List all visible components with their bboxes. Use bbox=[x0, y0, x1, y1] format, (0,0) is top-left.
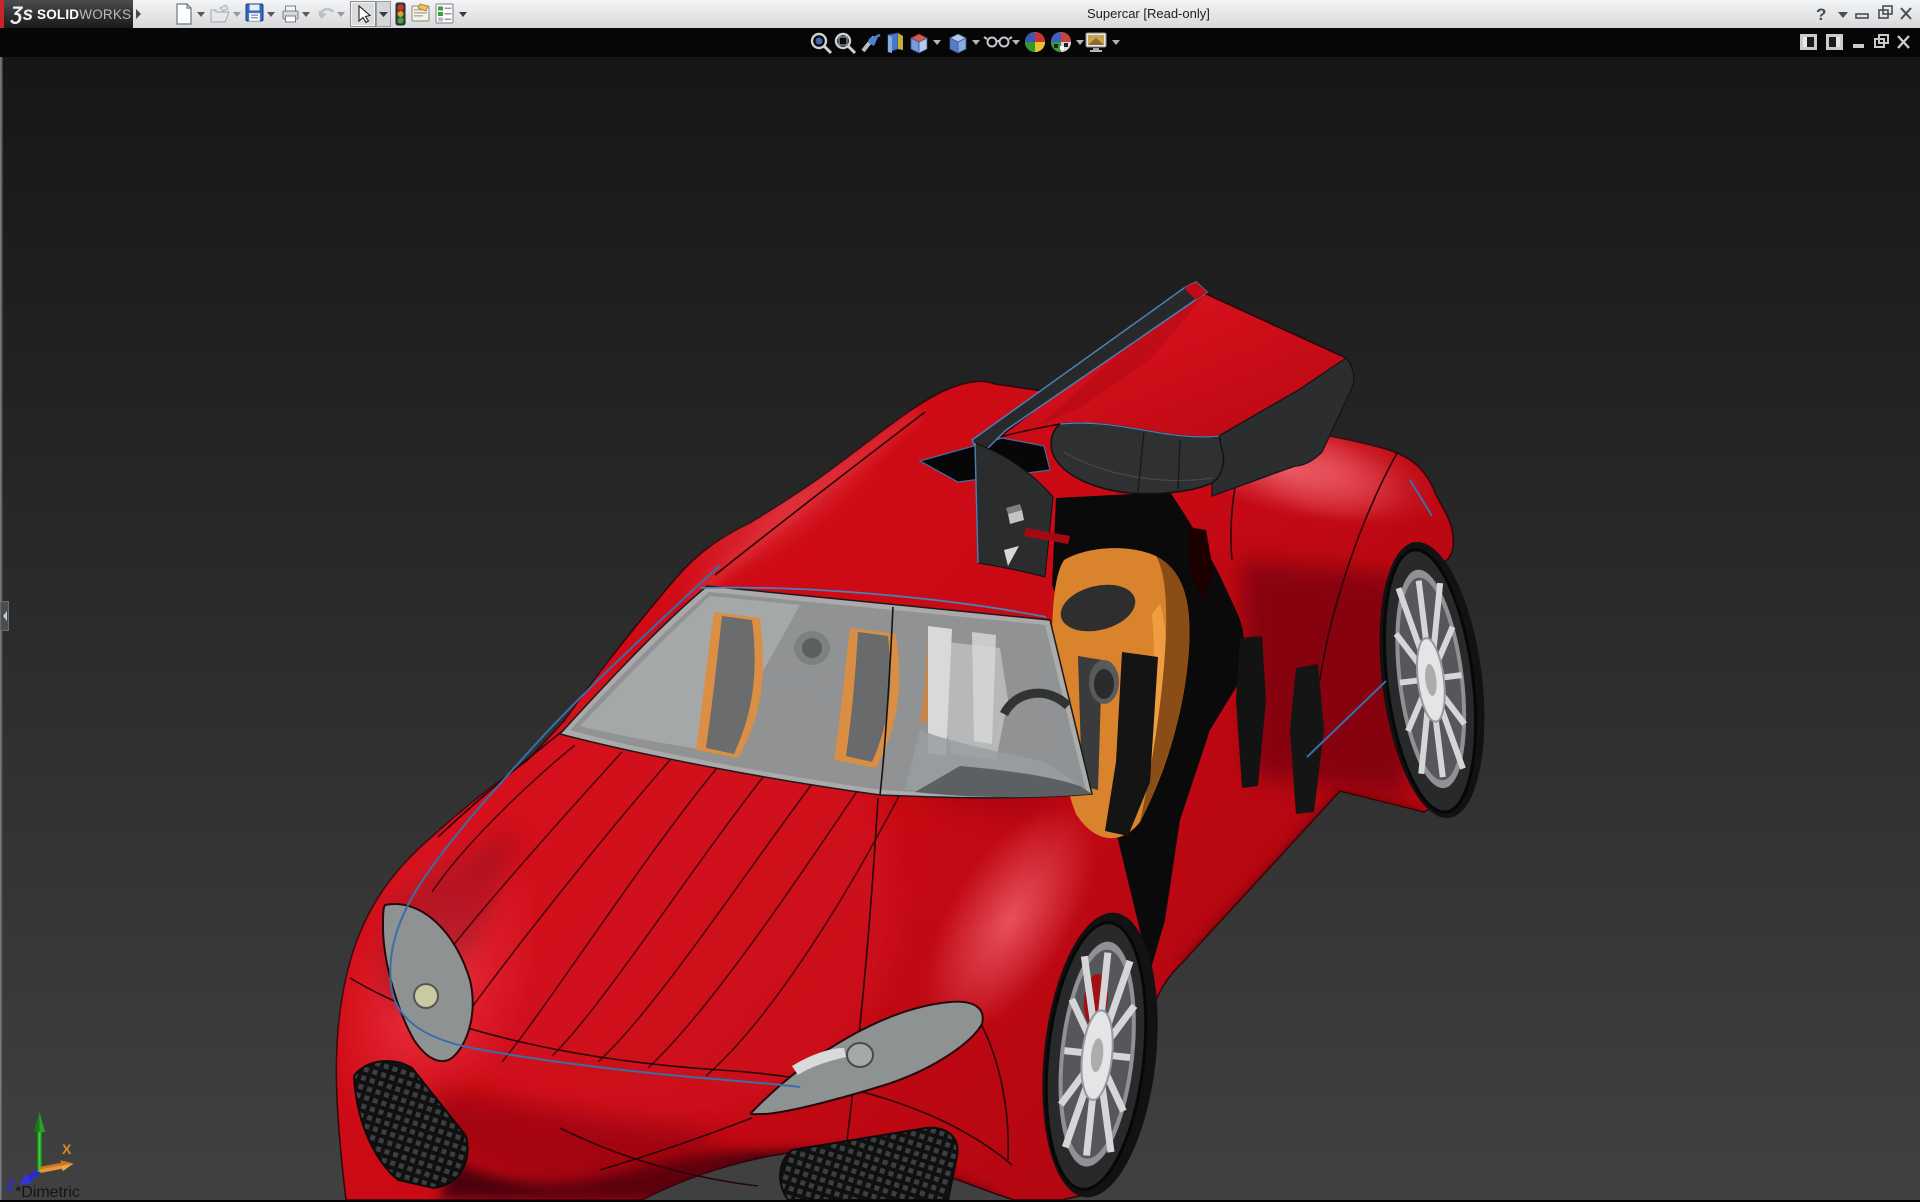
svg-text:X: X bbox=[62, 1141, 72, 1157]
svg-text:Z: Z bbox=[5, 1177, 15, 1193]
svg-text:?: ? bbox=[1816, 5, 1826, 24]
